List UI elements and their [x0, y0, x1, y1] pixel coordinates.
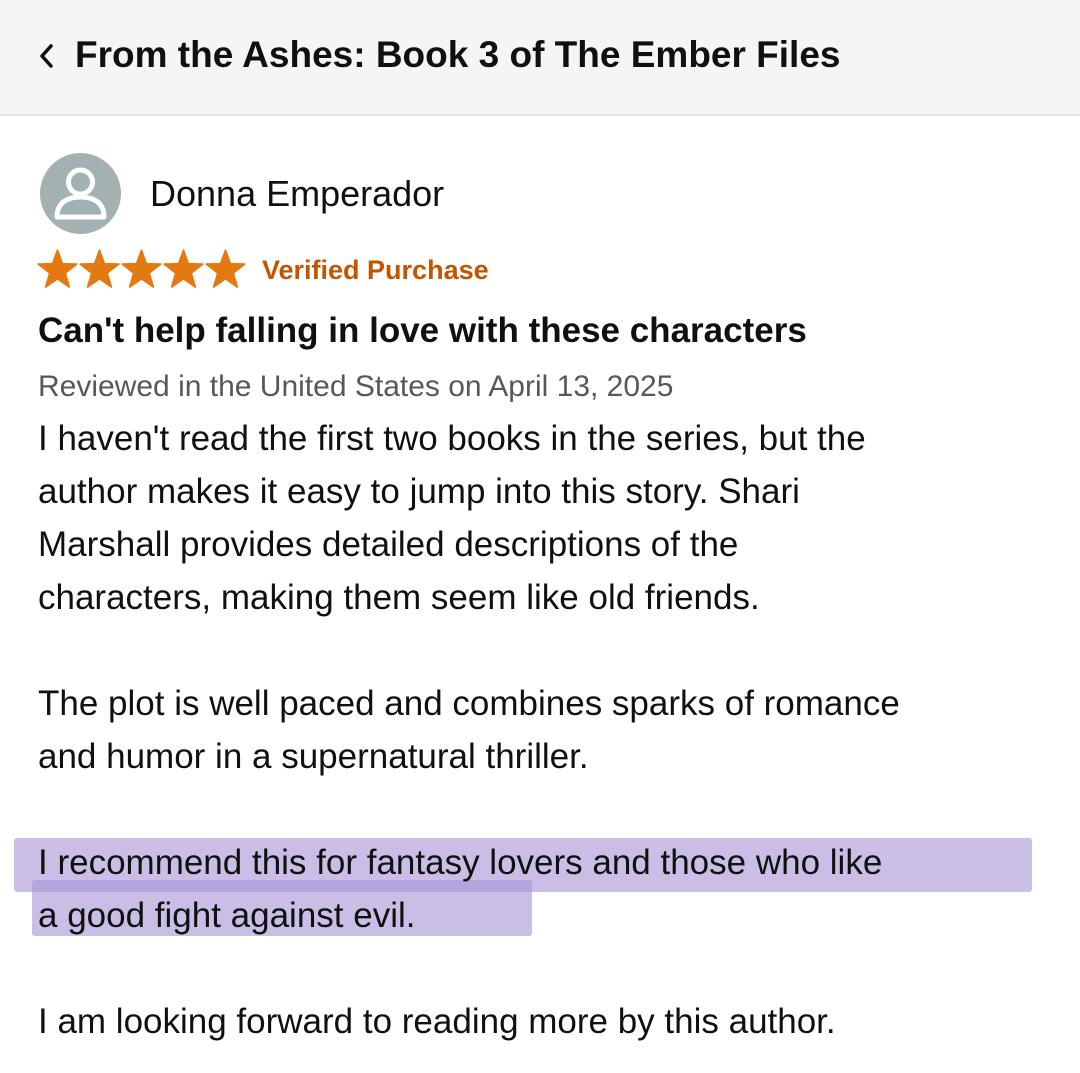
review-line: Marshall provides detailed descriptions … — [38, 525, 739, 564]
star-icon — [205, 249, 246, 288]
user-avatar-icon[interactable] — [40, 153, 121, 234]
review-title: Can't help falling in love with these ch… — [38, 311, 807, 350]
review-paragraph-3: I recommend this for fantasy lovers and … — [38, 836, 1058, 942]
review-paragraph-2: The plot is well paced and combines spar… — [38, 677, 1058, 783]
back-button[interactable] — [30, 36, 62, 76]
star-icon — [163, 249, 204, 288]
verified-purchase-badge: Verified Purchase — [262, 255, 489, 285]
review-line: I haven't read the first two books in th… — [38, 419, 866, 458]
review-line-highlighted: I recommend this for fantasy lovers and … — [38, 843, 883, 882]
review-date: Reviewed in the United States on April 1… — [38, 370, 674, 403]
page-title[interactable]: From the Ashes: Book 3 of The Ember File… — [75, 32, 841, 78]
review-line: I am looking forward to reading more by … — [38, 1002, 836, 1041]
top-bar: From the Ashes: Book 3 of The Ember File… — [0, 0, 1080, 116]
chevron-left-icon — [40, 44, 53, 68]
review-line-highlighted: a good fight against evil. — [38, 896, 416, 935]
star-rating — [37, 248, 246, 290]
star-icon — [37, 249, 78, 288]
review-line: characters, making them seem like old fr… — [38, 578, 760, 617]
review-line: author makes it easy to jump into this s… — [38, 472, 800, 511]
star-icon — [79, 249, 120, 288]
review-paragraph-1: I haven't read the first two books in th… — [38, 412, 1058, 624]
person-silhouette-icon — [54, 167, 107, 220]
star-icon — [121, 249, 162, 288]
review-line: and humor in a supernatural thriller. — [38, 737, 589, 776]
review-paragraph-4: I am looking forward to reading more by … — [38, 995, 1058, 1048]
review-line: The plot is well paced and combines spar… — [38, 684, 900, 723]
reviewer-name[interactable]: Donna Emperador — [150, 172, 444, 216]
